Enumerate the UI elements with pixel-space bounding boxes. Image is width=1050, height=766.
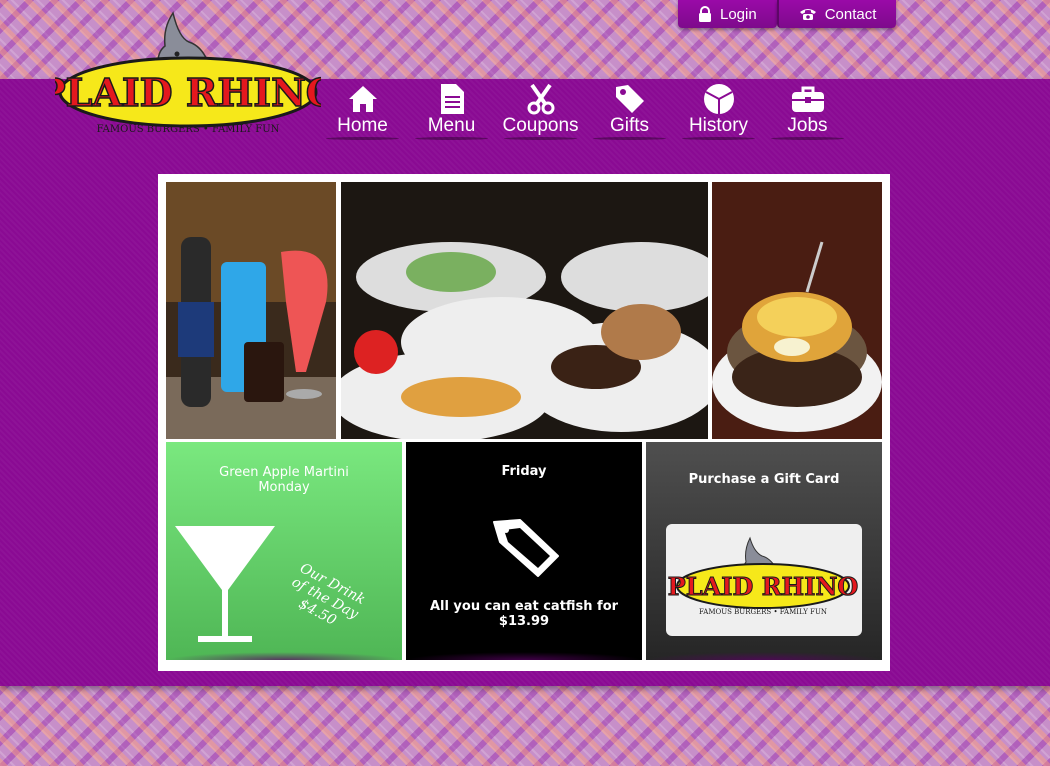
nav-home-label: Home xyxy=(337,115,388,136)
promo-friday[interactable]: Friday All you can eat catfish for $13.9… xyxy=(406,442,642,660)
logo-tagline: FAMOUS BURGERS • FAMILY FUN xyxy=(97,124,280,135)
nav-home[interactable]: Home xyxy=(318,82,407,140)
feature-panel: Green Apple Martini Monday Our Drink of … xyxy=(158,174,890,671)
platters-photo xyxy=(341,182,708,439)
martini-glass-icon xyxy=(172,524,278,648)
promo-gift-card[interactable]: Purchase a Gift Card PLAID RHINO FAMOUS … xyxy=(646,442,882,660)
contact-button[interactable]: Contact xyxy=(776,0,897,28)
gift-card-wordmark: PLAID RHINO xyxy=(668,572,859,601)
login-button[interactable]: Login xyxy=(678,0,777,28)
gift-card-tagline: FAMOUS BURGERS • FAMILY FUN xyxy=(699,608,827,616)
toolbox-icon xyxy=(791,82,825,116)
cube-icon xyxy=(703,82,735,116)
lock-icon xyxy=(698,6,712,22)
potato-steak-photo xyxy=(712,182,882,439)
promo-martini-title: Green Apple Martini Monday xyxy=(219,465,349,495)
promo-martini-monday[interactable]: Green Apple Martini Monday Our Drink of … xyxy=(166,442,402,660)
promo-gift-title: Purchase a Gift Card xyxy=(688,472,840,487)
promo-friday-title: Friday xyxy=(501,464,547,479)
login-label: Login xyxy=(720,5,757,23)
nav-menu-label: Menu xyxy=(427,115,476,136)
tag-icon xyxy=(614,82,646,116)
scissors-icon xyxy=(526,82,556,116)
contact-label: Contact xyxy=(824,5,877,23)
drinks-photo xyxy=(166,182,336,439)
document-icon xyxy=(439,82,465,116)
top-utility-bar: Login Contact xyxy=(678,0,897,28)
promo-friday-text: All you can eat catfish for $13.99 xyxy=(429,599,619,629)
nav-jobs[interactable]: Jobs xyxy=(763,82,852,140)
nav-history[interactable]: History xyxy=(674,82,763,140)
home-icon xyxy=(348,82,378,116)
drink-of-day-script: Our Drink of the Day $4.50 xyxy=(288,560,368,629)
nav-gifts-label: Gifts xyxy=(609,115,650,136)
gift-card-image: PLAID RHINO FAMOUS BURGERS • FAMILY FUN xyxy=(666,524,862,636)
logo-wordmark: PLAID RHINO xyxy=(55,70,321,115)
nav-jobs-label: Jobs xyxy=(787,115,828,136)
phone-icon xyxy=(799,7,817,21)
main-nav: Home Menu Coupons Gifts History Jobs xyxy=(318,82,852,140)
nav-menu[interactable]: Menu xyxy=(407,82,496,140)
tag-icon xyxy=(490,518,562,584)
nav-coupons[interactable]: Coupons xyxy=(496,82,585,140)
plaid-rhino-logo[interactable]: PLAID RHINO FAMOUS BURGERS • FAMILY FUN xyxy=(36,8,340,140)
nav-coupons-label: Coupons xyxy=(502,115,579,136)
nav-gifts[interactable]: Gifts xyxy=(585,82,674,140)
nav-history-label: History xyxy=(688,115,749,136)
